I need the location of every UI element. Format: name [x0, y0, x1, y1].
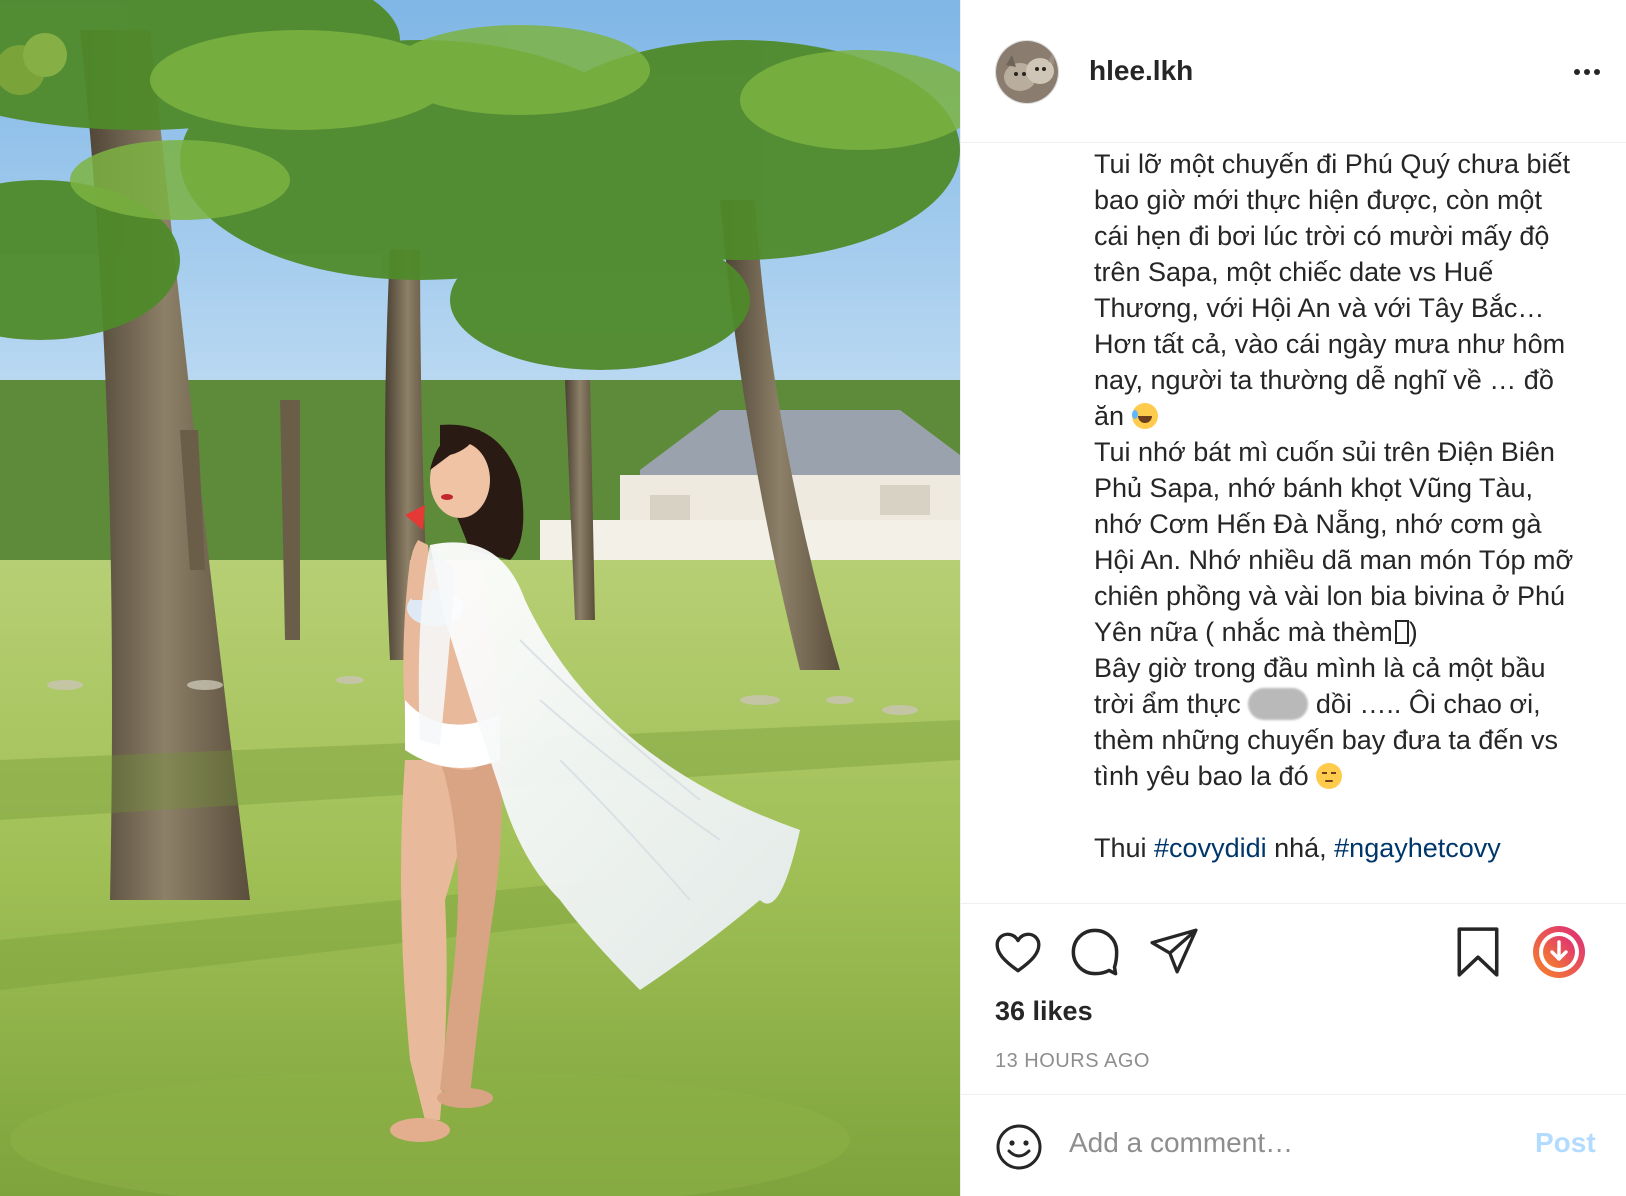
bookmark-icon — [1457, 927, 1499, 977]
caption-line-with-blur: trời ẩm thực dồi ….. Ôi chao ơi, — [1094, 686, 1604, 722]
caption-line: thèm những chuyến bay đưa ta đến vs — [1094, 725, 1558, 755]
share-button[interactable] — [1149, 926, 1199, 976]
caption-text: nhá, — [1266, 833, 1335, 863]
post-timestamp[interactable]: 13 HOURS AGO — [995, 1050, 1150, 1073]
smiley-icon — [996, 1124, 1042, 1170]
post-caption: Tui lỡ một chuyến đi Phú Quý chưa biết b… — [1094, 146, 1604, 896]
more-options-button[interactable] — [1567, 56, 1607, 88]
caption-line: Thương, với Hội An và với Tây Bắc… — [1094, 293, 1545, 323]
caption-text: ăn — [1094, 401, 1125, 431]
caption-text: Yên nữa ( nhắc mà thèm — [1094, 617, 1393, 647]
blurred-content — [1248, 688, 1309, 720]
caption-line: Phủ Sapa, nhớ bánh khọt Vũng Tàu, — [1094, 473, 1534, 503]
hashtag-link[interactable]: #covydidi — [1154, 833, 1267, 863]
hashtag-link[interactable]: #ngayhetcovy — [1334, 833, 1501, 863]
caption-text: dồi ….. Ôi chao ơi, — [1315, 689, 1541, 719]
comment-input[interactable] — [1069, 1121, 1489, 1165]
caption-line: cái hẹn đi bơi lúc trời có mười mấy độ — [1094, 221, 1550, 251]
post-side-panel: hlee.lkh Tui lỡ một chuyến đi Phú Quý ch… — [960, 0, 1626, 1196]
caption-text: trời ẩm thực — [1094, 689, 1241, 719]
post-photo-illustration — [0, 0, 960, 1196]
avatar[interactable] — [995, 40, 1059, 104]
caption-text: Thui — [1094, 833, 1155, 863]
caption-line-with-glyph: Yên nữa ( nhắc mà thèm) — [1094, 614, 1604, 650]
download-button[interactable] — [1531, 924, 1587, 980]
laughing-emoji-icon — [1131, 403, 1158, 429]
caption-hashtag-line: Thui #covydidi nhá, #ngayhetcovy — [1094, 830, 1604, 866]
caption-line: Hội An. Nhớ nhiều dã man món Tóp mỡ — [1094, 545, 1574, 575]
comment-button[interactable] — [1069, 926, 1121, 978]
likes-count[interactable]: 36 likes — [995, 996, 1093, 1027]
caption-line: nhớ Cơm Hến Đà Nẵng, nhớ cơm gà — [1094, 509, 1542, 539]
pensive-emoji-icon — [1316, 763, 1343, 789]
caption-line-with-emoji: tình yêu bao la đó — [1094, 758, 1604, 794]
caption-line: trên Sapa, một chiếc date vs Huế — [1094, 257, 1494, 287]
like-button[interactable] — [993, 928, 1043, 978]
caption-text: tình yêu bao la đó — [1094, 761, 1309, 791]
caption-line: Bây giờ trong đầu mình là cả một bầu — [1094, 653, 1546, 683]
caption-line: Tui nhớ bát mì cuốn sủi trên Điện Biên — [1094, 437, 1555, 467]
comment-bubble-icon — [1071, 928, 1119, 976]
missing-glyph-icon — [1394, 620, 1409, 644]
download-icon — [1533, 926, 1585, 978]
save-button[interactable] — [1455, 926, 1501, 978]
post-actions: 36 likes 13 HOURS AGO — [961, 903, 1626, 1093]
post-comment-button[interactable]: Post — [1535, 1127, 1596, 1159]
more-horizontal-icon — [1574, 69, 1580, 75]
caption-line: Hơn tất cả, vào cái ngày mưa như hôm — [1094, 329, 1566, 359]
avatar-image — [996, 41, 1058, 103]
paper-plane-icon — [1150, 928, 1198, 974]
emoji-picker-button[interactable] — [995, 1123, 1043, 1171]
caption-line: bao giờ mới thực hiện được, còn một — [1094, 185, 1542, 215]
username[interactable]: hlee.lkh — [1089, 55, 1193, 87]
comment-bar: Post — [961, 1094, 1626, 1196]
post-photo[interactable] — [0, 0, 960, 1196]
caption-spacer — [1094, 794, 1604, 830]
caption-line: chiên phồng và vài lon bia bivina ở Phú — [1094, 581, 1566, 611]
heart-icon — [995, 932, 1041, 973]
caption-line: nay, người ta thường dễ nghĩ về … đồ — [1094, 365, 1554, 395]
caption-line: Tui lỡ một chuyến đi Phú Quý chưa biết — [1094, 149, 1571, 179]
post-header: hlee.lkh — [961, 0, 1626, 143]
caption-line-with-emoji: ăn — [1094, 398, 1604, 434]
caption-text: ) — [1408, 617, 1418, 647]
